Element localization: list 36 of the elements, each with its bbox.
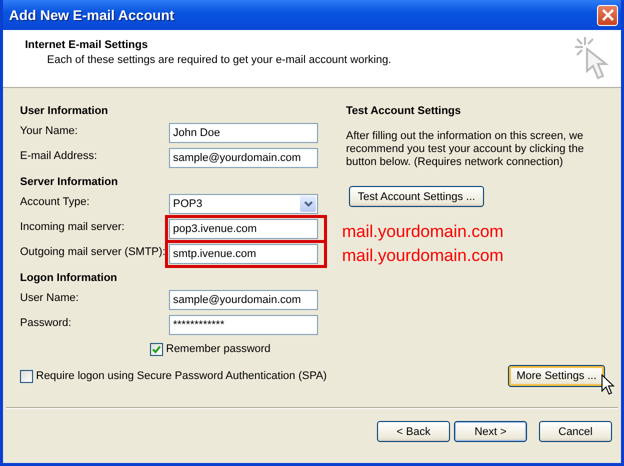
test-account-settings-button[interactable]: Test Account Settings ... (349, 186, 484, 207)
more-settings-button[interactable]: More Settings ... (508, 365, 605, 387)
mouse-cursor-icon (601, 374, 615, 396)
dialog-button[interactable]: Next > (454, 421, 527, 442)
input-field[interactable]: sample@yourdomain.com (169, 148, 318, 168)
header-subtitle: Each of these settings are required to get your e-mail account working. (47, 54, 392, 66)
close-icon (602, 9, 614, 21)
password-field[interactable]: ************ (169, 314, 318, 334)
annotation-text: mail.yourdomain.com (342, 245, 505, 267)
checkbox-label: Remember password (166, 343, 271, 355)
annotation-text: mail.yourdomain.com (342, 221, 505, 243)
window-title: Add New E-mail Account (9, 7, 176, 23)
checkbox-label: Require logon using Secure Password Authentication (SPA) (36, 370, 327, 382)
spa-checkbox[interactable] (20, 370, 33, 382)
test-description: After filling out the information on this screen, we recommend you test your account by clicking the button below. (Requires network connection) (346, 130, 585, 169)
section-heading: Logon Information (20, 271, 118, 286)
field-label: User Name: (20, 292, 80, 304)
section-heading: Test Account Settings (346, 104, 462, 119)
header-title: Internet E-mail Settings (25, 39, 149, 51)
field-label: Account Type: (20, 196, 91, 208)
field-label: Outgoing mail server (SMTP): (20, 246, 166, 258)
dialog-button[interactable]: Cancel (539, 421, 612, 442)
section-heading: Server Information (20, 175, 119, 190)
close-button[interactable] (597, 4, 618, 26)
dialog-button[interactable]: < Back (377, 421, 450, 442)
input-field[interactable]: sample@yourdomain.com (169, 290, 318, 310)
input-field[interactable]: John Doe (169, 122, 318, 142)
account-type-dropdown[interactable]: POP3 (169, 194, 318, 214)
input-field[interactable]: pop3.ivenue.com (169, 218, 318, 238)
field-label: Incoming mail server: (20, 220, 126, 232)
field-label: Your Name: (20, 124, 79, 136)
remember-password-checkbox[interactable] (150, 342, 163, 356)
field-label: Password: (20, 316, 72, 328)
section-heading: User Information (20, 104, 110, 119)
field-label: E-mail Address: (20, 150, 98, 162)
input-field[interactable]: smtp.ivenue.com (169, 244, 318, 264)
